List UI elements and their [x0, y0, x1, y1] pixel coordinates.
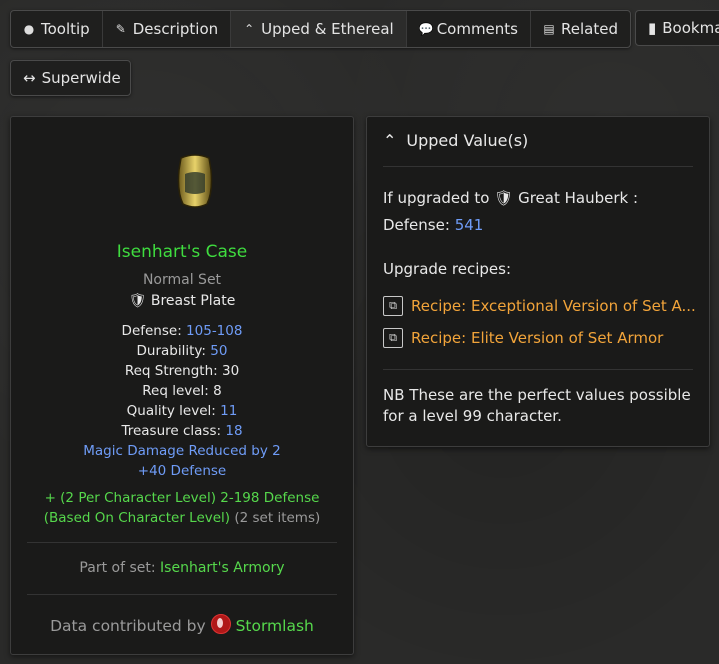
- avatar[interactable]: [210, 614, 231, 634]
- list-icon: ▤: [543, 22, 555, 36]
- item-rarity: Normal Set: [142, 272, 222, 288]
- comments-icon: 💬: [418, 22, 434, 36]
- bookmark-icon: ▮: [648, 19, 657, 37]
- divider: [27, 542, 337, 543]
- upped-defense: Defense: 541: [383, 216, 484, 234]
- treasure-class: Treasure class: 18: [121, 423, 243, 439]
- breast-plate-image: [177, 154, 213, 208]
- breast-plate-icon: 🛡: [128, 293, 147, 309]
- superwide-button[interactable]: ↔ Superwide: [10, 60, 131, 96]
- divider: [383, 166, 693, 167]
- magic-mod-2: +40 Defense: [137, 463, 227, 479]
- double-chevron-up-icon: ⌃: [383, 131, 397, 150]
- cube-recipe-icon: ⧉: [383, 328, 403, 348]
- defense-line: Defense: 105-108: [121, 323, 243, 339]
- tab-comments[interactable]: 💬 Comments: [407, 11, 531, 47]
- divider: [383, 369, 693, 370]
- recipes-label: Upgrade recipes:: [383, 260, 511, 278]
- magic-mod-1: Magic Damage Reduced by 2: [83, 443, 281, 459]
- req-level: Req level: 8: [142, 383, 222, 399]
- tab-related[interactable]: ▤ Related: [531, 11, 630, 47]
- recipe-link-exceptional[interactable]: ⧉ Recipe: Exceptional Version of Set A...: [383, 296, 696, 316]
- arrows-horizontal-icon: ↔: [23, 69, 36, 87]
- target-link[interactable]: Great Hauberk: [518, 189, 628, 207]
- item-name: Isenhart's Case: [116, 242, 248, 262]
- contributor-link[interactable]: Stormlash: [236, 617, 314, 635]
- quill-icon: ✎: [115, 22, 126, 36]
- recipe-link-elite[interactable]: ⧉ Recipe: Elite Version of Set Armor: [383, 328, 663, 348]
- cube-recipe-icon: ⧉: [383, 296, 403, 316]
- set-membership: Part of set: Isenhart's Armory: [79, 560, 285, 576]
- item-base[interactable]: 🛡 Breast Plate: [11, 293, 353, 309]
- upgrade-target: If upgraded to 🛡 Great Hauberk :: [383, 189, 639, 207]
- tab-tooltip[interactable]: ● Tooltip: [11, 11, 103, 47]
- tab-bar: ● Tooltip ✎ Description ⌃ Upped & Ethereal …: [10, 10, 631, 48]
- upped-values-panel: ⌃ Upped Value(s) If upgraded to 🛡 Great H…: [366, 116, 710, 447]
- set-bonus: + (2 Per Character Level) 2-198 Defense …: [43, 490, 321, 526]
- drop-icon: ●: [23, 22, 35, 36]
- divider: [27, 594, 337, 595]
- req-strength: Req Strength: 30: [124, 363, 240, 379]
- set-link[interactable]: Isenhart's Armory: [160, 560, 285, 576]
- upped-header: ⌃ Upped Value(s): [383, 131, 529, 150]
- great-hauberk-icon: 🛡: [494, 189, 514, 207]
- contributor-line: Data contributed by Stormlash: [11, 614, 353, 635]
- tab-description[interactable]: ✎ Description: [103, 11, 232, 47]
- bookmark-button[interactable]: ▮Bookmark: [635, 10, 719, 46]
- item-tooltip-panel: Isenhart's Case Normal Set 🛡 Breast Plat…: [10, 116, 354, 655]
- tab-upped-ethereal[interactable]: ⌃ Upped & Ethereal: [231, 11, 407, 47]
- durability-line: Durability: 50: [136, 343, 228, 359]
- quality-level: Quality level: 11: [126, 403, 238, 419]
- perfect-values-note: NB These are the perfect values possible…: [383, 386, 691, 425]
- double-chevron-up-icon: ⌃: [244, 22, 255, 36]
